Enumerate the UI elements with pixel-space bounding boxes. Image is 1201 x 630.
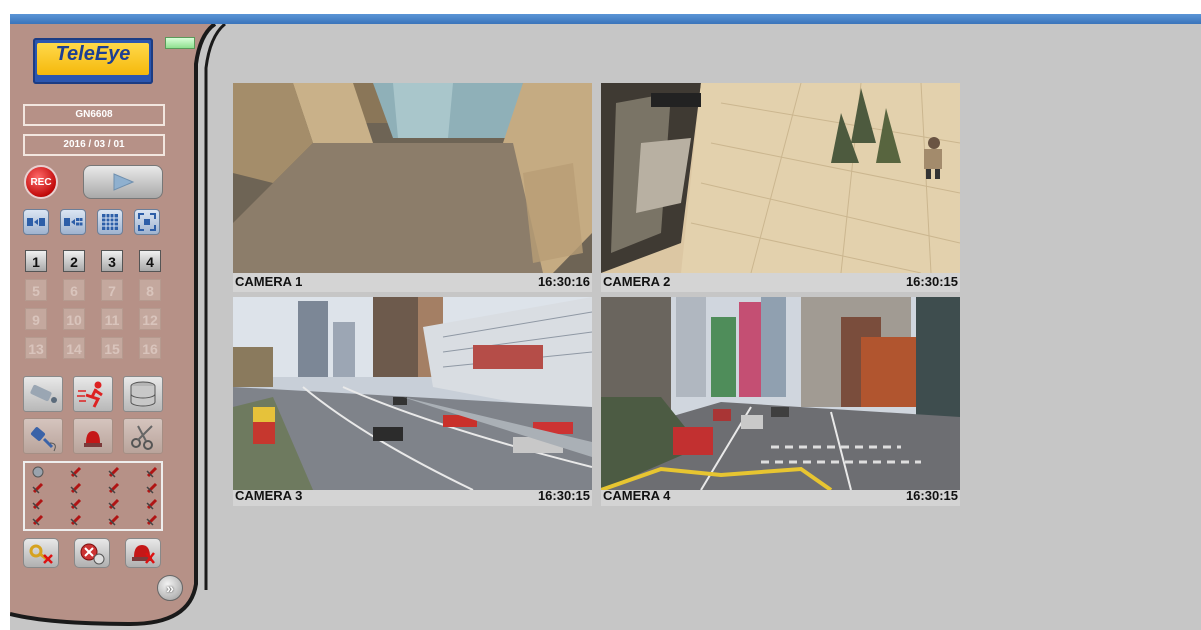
camera-1-label: CAMERA 1 bbox=[235, 274, 303, 289]
alarm-input-disabled-icon[interactable] bbox=[145, 497, 159, 511]
expand-panel-button[interactable]: » bbox=[157, 575, 183, 601]
alarm-input-disabled-icon[interactable] bbox=[31, 481, 45, 495]
device-date: 2016 / 03 / 01 bbox=[23, 134, 165, 156]
sequence-quad-icon bbox=[64, 218, 83, 226]
camera-4-time: 16:30:15 bbox=[905, 488, 958, 503]
connection-button[interactable] bbox=[23, 418, 63, 454]
camera-3-time: 16:30:15 bbox=[537, 488, 590, 503]
camera-settings-button[interactable] bbox=[23, 376, 63, 412]
channel-button-11[interactable]: 11 bbox=[101, 308, 123, 330]
playback-button[interactable] bbox=[83, 165, 163, 199]
motion-alarm-button[interactable] bbox=[73, 376, 113, 412]
timer-disable-button[interactable] bbox=[74, 538, 110, 568]
camera-2-feed bbox=[601, 83, 960, 273]
plug-icon bbox=[31, 427, 56, 452]
control-panel: TeleEye GN6608 2016 / 03 / 01 REC 123456… bbox=[10, 24, 226, 630]
storage-button[interactable] bbox=[123, 376, 163, 412]
alarm-input-disabled-icon[interactable] bbox=[69, 465, 83, 479]
siren-disable-icon bbox=[132, 545, 155, 564]
camera-2-time: 16:30:15 bbox=[905, 274, 958, 289]
alarm-input-disabled-icon[interactable] bbox=[145, 465, 159, 479]
record-button[interactable]: REC bbox=[24, 165, 58, 199]
siren-icon bbox=[84, 431, 102, 447]
play-icon bbox=[113, 173, 135, 191]
grid-view-icon bbox=[102, 214, 118, 230]
camera-1-feed bbox=[233, 83, 592, 273]
alarm-input-disabled-icon[interactable] bbox=[107, 481, 121, 495]
sequence-quad-button[interactable] bbox=[60, 209, 86, 235]
cut-icon bbox=[131, 425, 153, 450]
channel-button-15[interactable]: 15 bbox=[101, 337, 123, 359]
camera-tile-1[interactable]: CAMERA 1 16:30:16 bbox=[233, 83, 592, 292]
sequence-forward-button[interactable] bbox=[23, 209, 49, 235]
channel-button-8[interactable]: 8 bbox=[139, 279, 161, 301]
timer-disable-icon bbox=[80, 543, 105, 565]
channel-button-10[interactable]: 10 bbox=[63, 308, 85, 330]
logo-text: TeleEye bbox=[37, 43, 149, 75]
key-disable-button[interactable] bbox=[23, 538, 59, 568]
alarm-input-disabled-icon[interactable] bbox=[107, 513, 121, 527]
clip-button[interactable] bbox=[123, 418, 163, 454]
channel-button-13[interactable]: 13 bbox=[25, 337, 47, 359]
channel-button-9[interactable]: 9 bbox=[25, 308, 47, 330]
status-led bbox=[165, 37, 195, 49]
alarm-input-grid bbox=[23, 461, 163, 531]
alarm-input-active-icon[interactable] bbox=[31, 465, 45, 479]
channel-button-4[interactable]: 4 bbox=[139, 250, 161, 272]
siren-disable-button[interactable] bbox=[125, 538, 161, 568]
camera-3-feed bbox=[233, 297, 592, 490]
alarm-input-disabled-icon[interactable] bbox=[107, 465, 121, 479]
title-bar bbox=[10, 14, 1201, 24]
database-icon bbox=[130, 381, 156, 407]
teleeye-logo: TeleEye bbox=[33, 38, 153, 84]
camera-4-feed bbox=[601, 297, 960, 490]
key-disable-icon bbox=[29, 544, 53, 564]
alarm-input-disabled-icon[interactable] bbox=[145, 481, 159, 495]
channel-button-2[interactable]: 2 bbox=[63, 250, 85, 272]
camera-3-label: CAMERA 3 bbox=[235, 488, 303, 503]
camera-4-label: CAMERA 4 bbox=[603, 488, 671, 503]
camera-icon bbox=[30, 384, 57, 403]
channel-button-5[interactable]: 5 bbox=[25, 279, 47, 301]
channel-button-1[interactable]: 1 bbox=[25, 250, 47, 272]
fullscreen-icon bbox=[138, 213, 156, 231]
alarm-input-disabled-icon[interactable] bbox=[31, 513, 45, 527]
camera-tile-3[interactable]: CAMERA 3 16:30:15 bbox=[233, 297, 592, 506]
alarm-input-disabled-icon[interactable] bbox=[145, 513, 159, 527]
channel-button-6[interactable]: 6 bbox=[63, 279, 85, 301]
channel-button-14[interactable]: 14 bbox=[63, 337, 85, 359]
device-model: GN6608 bbox=[23, 104, 165, 126]
alarm-input-disabled-icon[interactable] bbox=[69, 513, 83, 527]
fullscreen-button[interactable] bbox=[134, 209, 160, 235]
sequence-forward-icon bbox=[27, 218, 45, 226]
alarm-input-disabled-icon[interactable] bbox=[69, 481, 83, 495]
channel-button-3[interactable]: 3 bbox=[101, 250, 123, 272]
camera-2-label: CAMERA 2 bbox=[603, 274, 671, 289]
alarm-siren-button[interactable] bbox=[73, 418, 113, 454]
alarm-input-disabled-icon[interactable] bbox=[69, 497, 83, 511]
camera-1-time: 16:30:16 bbox=[537, 274, 590, 289]
camera-tile-4[interactable]: CAMERA 4 16:30:15 bbox=[601, 297, 960, 506]
channel-button-12[interactable]: 12 bbox=[139, 308, 161, 330]
alarm-input-disabled-icon[interactable] bbox=[31, 497, 45, 511]
channel-button-16[interactable]: 16 bbox=[139, 337, 161, 359]
camera-tile-2[interactable]: CAMERA 2 16:30:15 bbox=[601, 83, 960, 292]
alarm-input-disabled-icon[interactable] bbox=[107, 497, 121, 511]
grid-view-button[interactable] bbox=[97, 209, 123, 235]
motion-alarm-icon bbox=[77, 381, 103, 408]
channel-button-7[interactable]: 7 bbox=[101, 279, 123, 301]
